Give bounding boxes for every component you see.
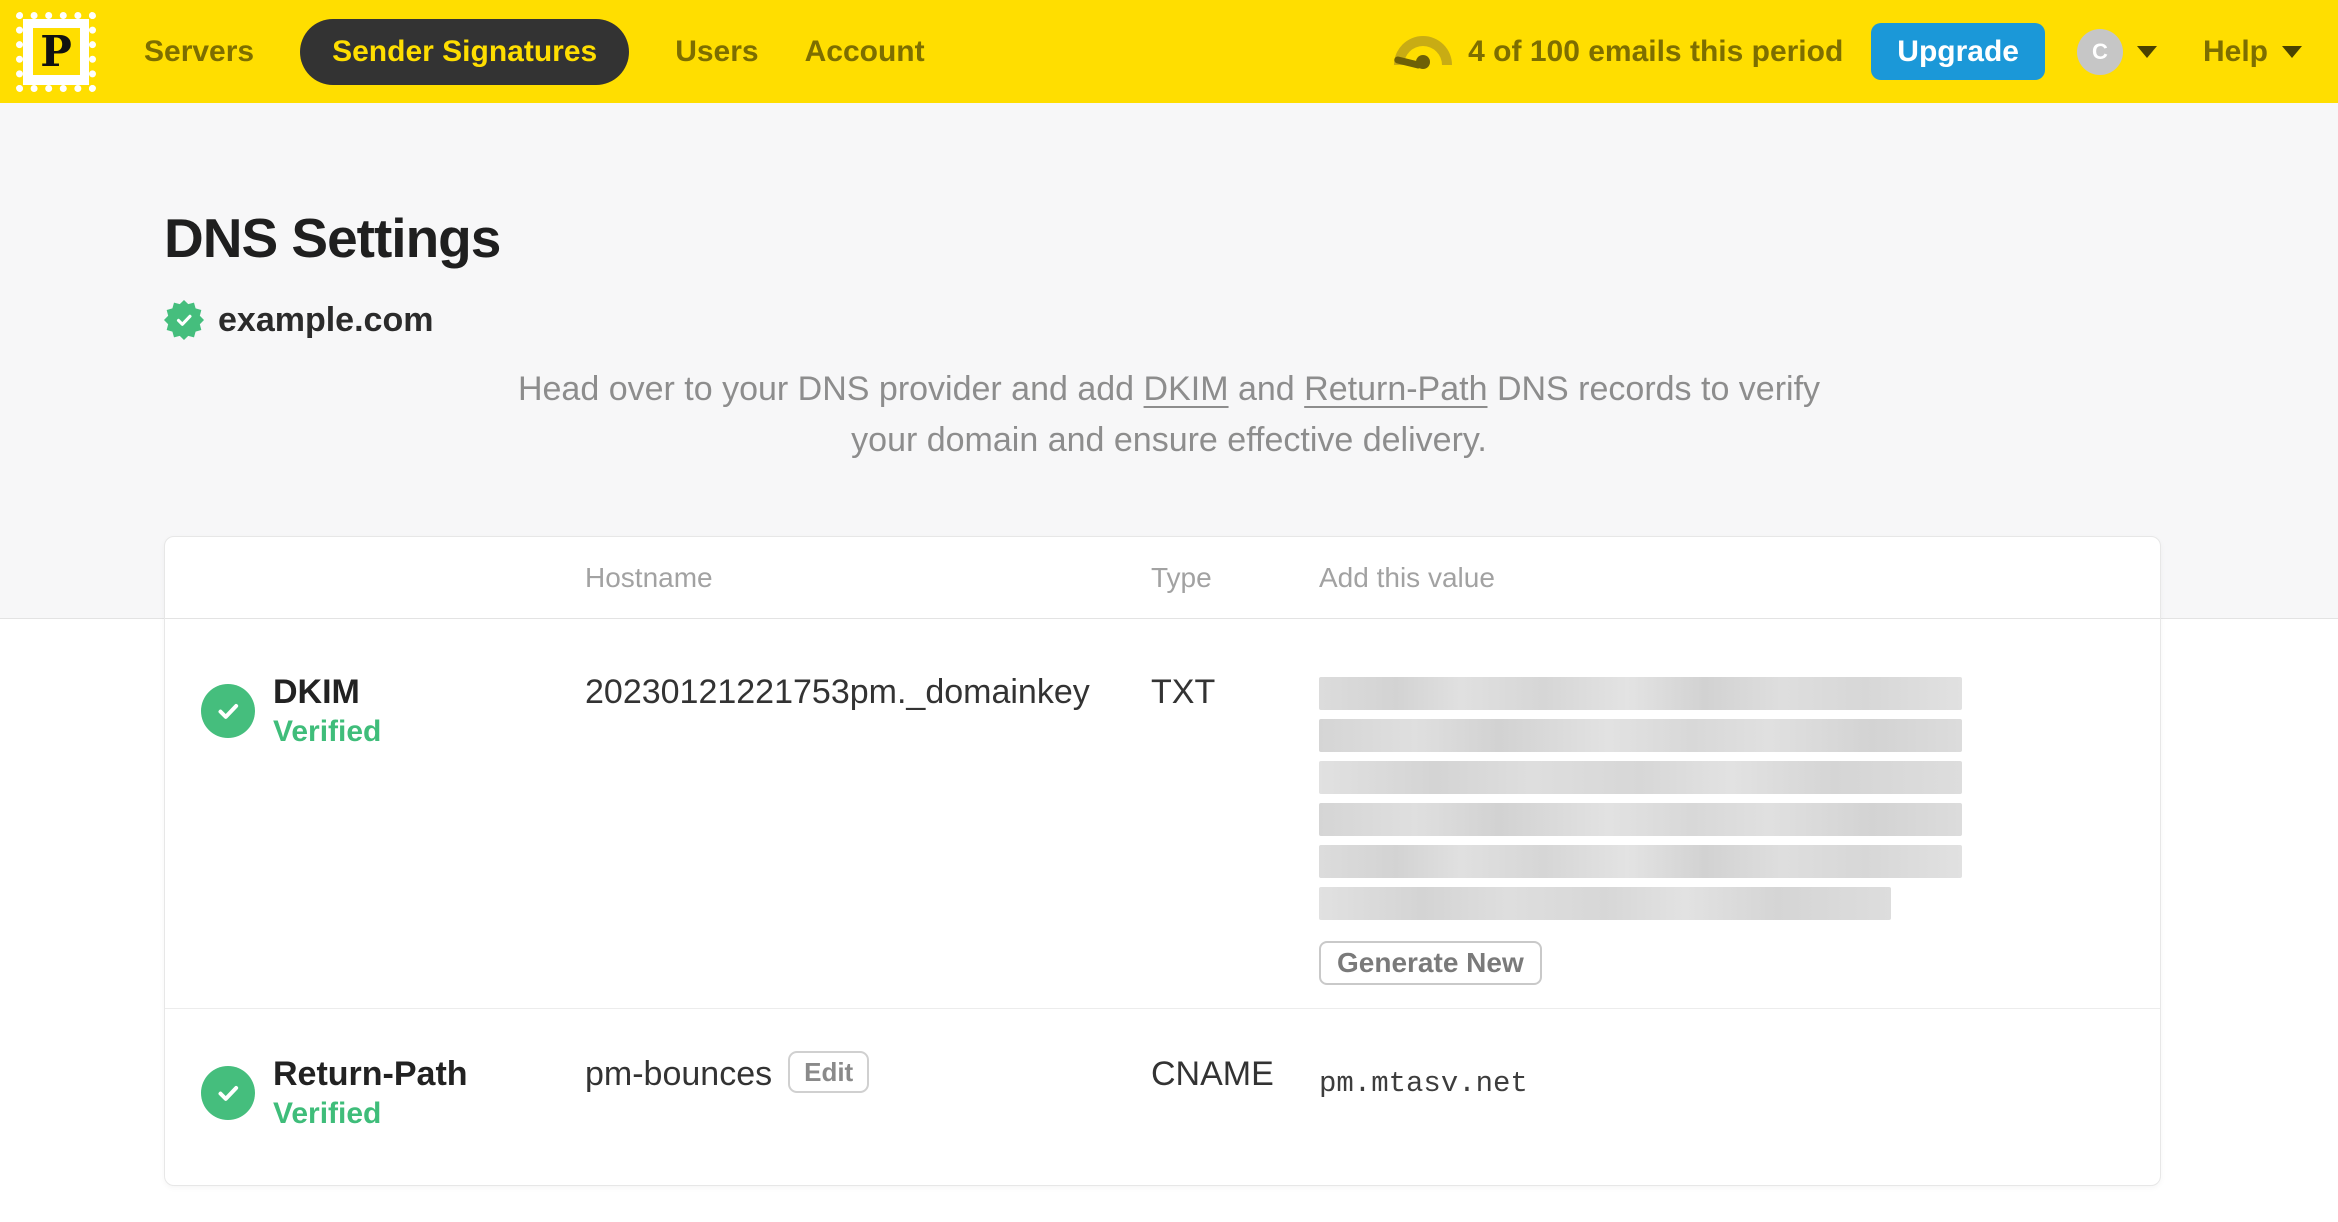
- record-status-cell: Return-Path Verified: [201, 1053, 585, 1133]
- column-header-type: Type: [1151, 561, 1212, 593]
- redacted-line: [1319, 761, 1962, 794]
- nav-item-account[interactable]: Account: [805, 35, 925, 69]
- dns-record-row-return-path: Return-Path Verified pm-bounces Edit CNA…: [165, 1009, 2160, 1184]
- record-type: CNAME: [1151, 1055, 1274, 1093]
- record-name: DKIM: [273, 673, 360, 711]
- nav-item-users[interactable]: Users: [675, 35, 758, 69]
- postmark-stamp-icon: P: [32, 26, 80, 76]
- record-type: TXT: [1151, 673, 1216, 711]
- record-value: pm.mtasv.net: [1319, 1067, 1528, 1100]
- account-menu[interactable]: C: [2076, 28, 2157, 75]
- postmark-logo[interactable]: P: [16, 11, 96, 92]
- gauge-hub: [1416, 54, 1431, 69]
- record-value-cell: Generate New: [1319, 671, 2124, 1008]
- edit-button[interactable]: Edit: [788, 1051, 870, 1093]
- return-path-link[interactable]: Return-Path: [1304, 370, 1487, 408]
- avatar[interactable]: C: [2076, 28, 2123, 75]
- top-nav: P Servers Sender Signatures Users Accoun…: [0, 0, 2338, 103]
- domain-name: example.com: [218, 300, 434, 339]
- verified-seal-icon: [164, 300, 204, 340]
- chevron-down-icon: [2136, 45, 2157, 58]
- redacted-line: [1319, 887, 1891, 920]
- generate-new-button[interactable]: Generate New: [1319, 941, 1542, 985]
- record-hostname: 20230121221753pm._domainkey: [585, 673, 1090, 711]
- check-icon: [176, 314, 192, 326]
- redacted-line: [1319, 803, 1962, 836]
- nav-item-servers[interactable]: Servers: [144, 35, 254, 69]
- column-header-hostname: Hostname: [585, 561, 713, 593]
- record-title-block: DKIM Verified: [273, 671, 381, 751]
- record-status-badge: Verified: [273, 715, 382, 748]
- instructions: Head over to your DNS provider and add D…: [499, 364, 1839, 466]
- check-icon: [218, 1086, 239, 1101]
- instructions-text: and: [1228, 370, 1305, 408]
- nav-item-sender-signatures[interactable]: Sender Signatures: [300, 18, 630, 85]
- record-value-cell: pm.mtasv.net: [1319, 1053, 2124, 1184]
- nav-links: Servers Sender Signatures Users Account: [144, 18, 925, 85]
- upgrade-button[interactable]: Upgrade: [1871, 23, 2045, 80]
- instructions-text: Head over to your DNS provider and add: [517, 370, 1144, 408]
- record-status-badge: Verified: [273, 1097, 382, 1130]
- redacted-dns-value: [1319, 677, 1962, 920]
- page-title: DNS Settings: [164, 207, 501, 269]
- verified-check-icon: [201, 684, 255, 738]
- check-icon: [218, 704, 239, 719]
- chevron-down-icon: [2282, 45, 2302, 58]
- record-hostname: pm-bounces: [585, 1055, 773, 1093]
- redacted-line: [1319, 719, 1962, 752]
- help-menu[interactable]: Help: [2203, 35, 2302, 69]
- redacted-line: [1319, 677, 1962, 710]
- domain-row: example.com: [164, 300, 2338, 340]
- record-status-cell: DKIM Verified: [201, 671, 585, 751]
- logo-letter: P: [40, 26, 72, 76]
- column-header-value: Add this value: [1319, 561, 1495, 593]
- dns-records-card: Hostname Type Add this value DKIM Verifi…: [164, 536, 2161, 1186]
- table-header: Hostname Type Add this value: [165, 537, 2160, 619]
- dns-record-row-dkim: DKIM Verified 20230121221753pm._domainke…: [165, 619, 2160, 1009]
- usage-text: 4 of 100 emails this period: [1468, 34, 1844, 68]
- usage-gauge-icon: [1393, 35, 1453, 69]
- record-title-block: Return-Path Verified: [273, 1053, 468, 1133]
- redacted-line: [1319, 845, 1962, 878]
- nav-right: 4 of 100 emails this period Upgrade C He…: [1393, 23, 2302, 80]
- verified-check-icon: [201, 1066, 255, 1120]
- help-label: Help: [2202, 34, 2268, 68]
- dns-settings-page: P Servers Sender Signatures Users Accoun…: [0, 0, 2338, 1222]
- dkim-link[interactable]: DKIM: [1144, 370, 1229, 408]
- record-name: Return-Path: [273, 1055, 468, 1093]
- record-hostname-cell: pm-bounces Edit: [585, 1051, 1151, 1184]
- avatar-initial: C: [2092, 38, 2108, 64]
